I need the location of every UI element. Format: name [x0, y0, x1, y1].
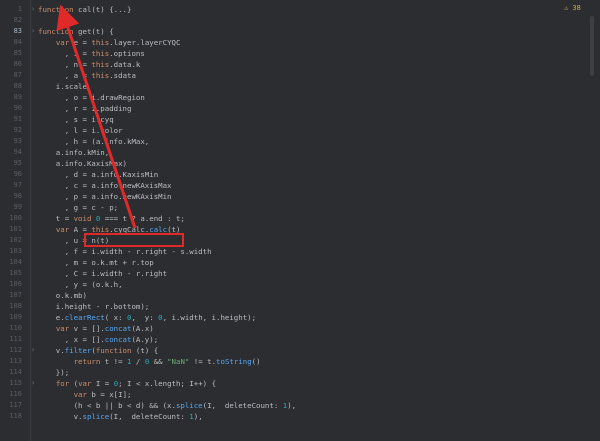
code-editor[interactable]: 1 › function cal(t) {...} 82 83 › function get…: [0, 0, 600, 441]
annotation-arrow: [56, 4, 137, 229]
